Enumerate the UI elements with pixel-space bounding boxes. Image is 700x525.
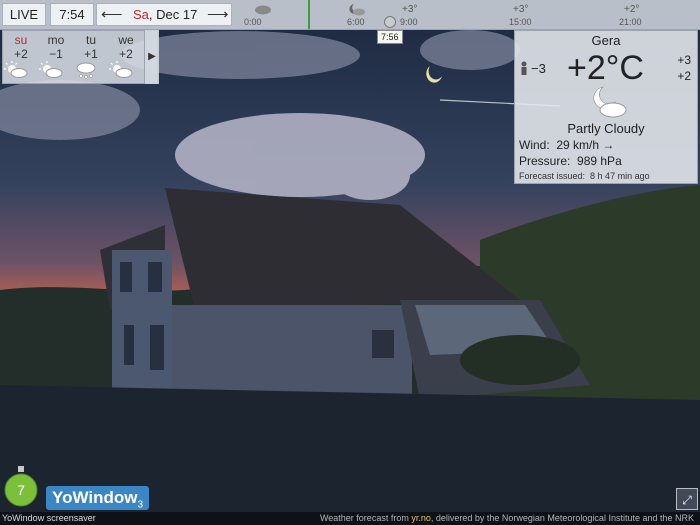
- time-tooltip: 7:56: [377, 30, 403, 44]
- status-bar: YoWindow screensaver Weather forecast fr…: [0, 512, 700, 525]
- top-bar: LIVE 7:54 ⟵ Sa, Dec 17 ⟶ 0:00 6:00 9:00 …: [0, 0, 700, 30]
- day-item[interactable]: mo −1: [39, 33, 73, 79]
- high-temp: +3: [677, 53, 691, 67]
- pressure-info: Pressure: 989 hPa: [519, 154, 622, 168]
- date-navigator: ⟵ Sa, Dec 17 ⟶: [96, 3, 232, 26]
- yrno-link[interactable]: yr.no: [411, 513, 431, 523]
- svg-text:7: 7: [17, 482, 25, 498]
- clock: 7:54: [50, 3, 94, 26]
- feels-like-temp: −3: [531, 61, 546, 76]
- partly-cloudy-sun-icon: [39, 61, 63, 78]
- tick-label: 21:00: [619, 17, 642, 27]
- partly-cloudy-moon-icon: [349, 4, 365, 16]
- live-button[interactable]: LIVE: [2, 3, 46, 26]
- tick-label: 0:00: [244, 17, 262, 27]
- hourly-temp: +3°: [402, 4, 418, 15]
- christmas-ornament-icon[interactable]: 7: [3, 466, 39, 510]
- next-days-arrow-icon[interactable]: ▶: [144, 30, 159, 84]
- fullscreen-icon[interactable]: ⤢: [676, 488, 698, 510]
- forecast-issued: Forecast issued: 8 h 47 min ago: [519, 171, 650, 181]
- tick-label: 15:00: [509, 17, 532, 27]
- snow-cloud-icon: [76, 62, 96, 79]
- day-item[interactable]: we +2: [109, 33, 143, 79]
- wind-info: Wind: 29 km/h →: [519, 138, 615, 152]
- now-marker: [308, 0, 310, 29]
- wind-direction-icon: →: [602, 138, 615, 152]
- current-date: Sa, Dec 17: [133, 7, 198, 22]
- day-timeline[interactable]: 0:00 6:00 9:00 15:00 21:00 +3° +3° +2°: [234, 0, 700, 29]
- cloud-icon: [255, 5, 271, 15]
- yowindow-logo[interactable]: YoWindow3: [46, 486, 150, 510]
- prev-day-arrow-icon[interactable]: ⟵: [101, 4, 123, 25]
- hourly-temp: +3°: [513, 4, 529, 15]
- tick-label: 9:00: [400, 17, 418, 27]
- low-temp: +2: [677, 69, 691, 83]
- next-day-arrow-icon[interactable]: ⟶: [207, 4, 229, 25]
- tick-label: 6:00: [347, 17, 365, 27]
- forecast-credit: Weather forecast from yr.no, delivered b…: [319, 513, 694, 523]
- city-name[interactable]: Gera: [515, 33, 697, 48]
- day-item[interactable]: su +2: [4, 33, 38, 79]
- partly-cloudy-moon-icon: [593, 86, 627, 118]
- person-icon: [521, 61, 527, 75]
- time-slider-handle[interactable]: [384, 16, 396, 28]
- condition-text: Partly Cloudy: [567, 121, 645, 136]
- partly-cloudy-sun-icon: [109, 61, 133, 78]
- day-item[interactable]: tu +1: [74, 33, 108, 79]
- current-weather-panel: Gera −3 +2°C +3 +2 Partly Cloudy Wind: 2…: [514, 30, 698, 184]
- hourly-temp: +2°: [624, 4, 640, 15]
- screensaver-label[interactable]: YoWindow screensaver: [2, 513, 96, 523]
- partly-cloudy-sun-icon: [4, 61, 28, 78]
- daily-forecast: su +2 mo −1 tu +1 we +2: [2, 30, 158, 84]
